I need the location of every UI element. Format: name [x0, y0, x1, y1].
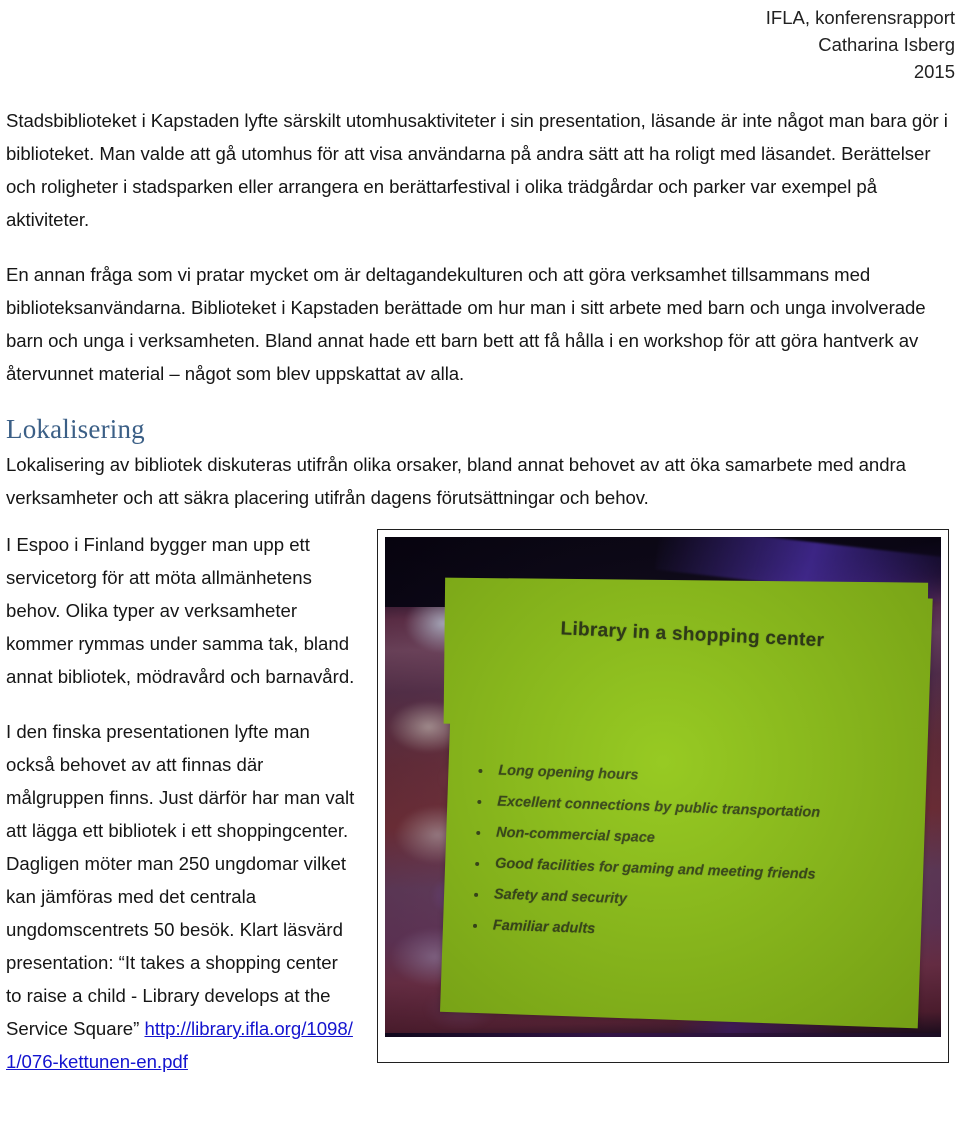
two-column-region: I Espoo i Finland bygger man upp ett ser…: [0, 528, 960, 1133]
paragraph-finnish-presentation: I den finska presentationen lyfte man oc…: [6, 715, 358, 1078]
slide-title: Library in a shopping center: [559, 618, 825, 652]
conference-slide-photo: Library in a shopping center Long openin…: [385, 537, 941, 1037]
document-header: IFLA, konferensrapport Catharina Isberg …: [435, 4, 955, 85]
header-line-report-title: IFLA, konferensrapport: [765, 7, 955, 28]
slide-bullet-list: Long opening hours Excellent connections…: [466, 755, 912, 956]
header-line-year: 2015: [913, 61, 955, 82]
slide-content: Library in a shopping center Long openin…: [439, 582, 932, 1028]
left-text-column: I Espoo i Finland bygger man upp ett ser…: [6, 528, 358, 1078]
projected-slide: Library in a shopping center Long openin…: [439, 577, 933, 1029]
document-body: Stadsbiblioteket i Kapstaden lyfte särsk…: [6, 104, 954, 534]
photo-bottom-edge: [385, 1033, 941, 1037]
paragraph-participation-culture: En annan fråga som vi pratar mycket om ä…: [6, 264, 926, 384]
header-line-author: Catharina Isberg: [818, 34, 955, 55]
photo-frame: Library in a shopping center Long openin…: [377, 529, 949, 1063]
paragraph-cape-town-outdoor: Stadsbiblioteket i Kapstaden lyfte särsk…: [6, 110, 948, 230]
paragraph-lokalisering-intro: Lokalisering av bibliotek diskuteras uti…: [6, 454, 906, 508]
section-heading-lokalisering: Lokalisering: [6, 414, 145, 444]
paragraph-finnish-presentation-text: I den finska presentationen lyfte man oc…: [6, 721, 355, 1039]
paragraph-espoo-servicetorg: I Espoo i Finland bygger man upp ett ser…: [6, 534, 355, 687]
